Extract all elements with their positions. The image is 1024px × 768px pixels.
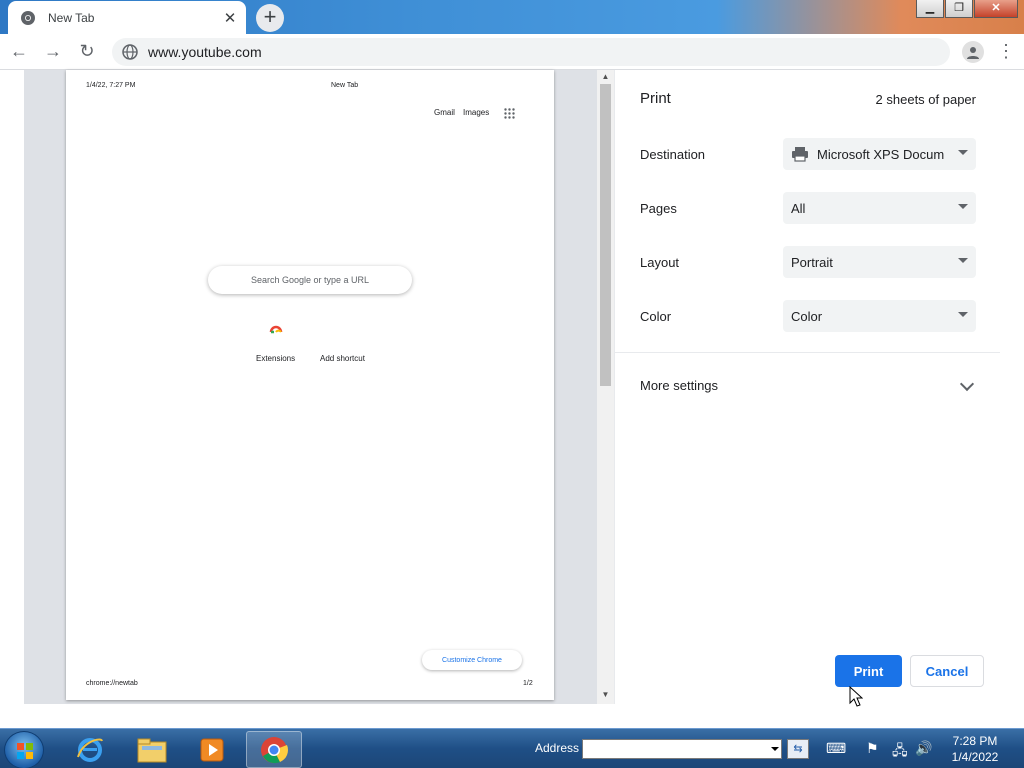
color-select[interactable]: Color	[783, 300, 976, 332]
taskbar: Address ⇆ ⌨ ⚑ 🖧 🔊 7:28 PM 1/4/2022	[0, 728, 1024, 768]
kebab-menu-icon[interactable]: ⋮	[996, 41, 1016, 62]
pages-select[interactable]: All	[783, 192, 976, 224]
layout-label: Layout	[640, 254, 680, 270]
browser-toolbar: ← → ↻ www.youtube.com ⋮	[0, 34, 1024, 70]
pages-label: Pages	[640, 200, 677, 216]
minimize-button[interactable]: ▁	[916, 0, 944, 18]
chevron-down-icon	[959, 376, 975, 392]
internet-explorer-icon[interactable]	[62, 731, 118, 768]
tab-title: New Tab	[48, 10, 95, 25]
settings-divider	[615, 352, 1000, 353]
windows-logo-icon	[17, 743, 33, 759]
profile-avatar-icon[interactable]	[962, 40, 984, 63]
preview-header-date: 1/4/22, 7:27 PM	[86, 82, 136, 89]
dropdown-caret-icon	[958, 204, 968, 209]
preview-scrollbar[interactable]: ▲ ▼	[597, 70, 614, 704]
pages-value: All	[791, 200, 806, 216]
preview-header-title: New Tab	[331, 82, 359, 89]
media-player-icon[interactable]	[184, 731, 240, 768]
chrome-taskbar-icon[interactable]	[246, 731, 302, 768]
extensions-shortcut-icon	[269, 325, 283, 334]
print-button[interactable]: Print	[835, 655, 902, 687]
dropdown-caret-icon	[958, 312, 968, 317]
preview-images-link: Images	[463, 108, 490, 117]
preview-page: 1/4/22, 7:27 PM New Tab Gmail Images Sea…	[66, 70, 554, 700]
scroll-down-icon[interactable]: ▼	[597, 688, 614, 702]
preview-extensions-label: Extensions	[256, 354, 296, 363]
destination-select[interactable]: Microsoft XPS Docum	[783, 138, 976, 170]
color-label: Color	[640, 308, 672, 324]
tab-strip: New Tab ✕ + ▁ ❐ ✕	[0, 0, 1024, 34]
cancel-button[interactable]: Cancel	[910, 655, 984, 687]
more-settings-label: More settings	[640, 378, 719, 393]
tab-new-tab[interactable]: New Tab ✕	[8, 1, 246, 34]
scroll-up-icon[interactable]: ▲	[597, 70, 614, 84]
print-settings-panel: Print 2 sheets of paper Destination Micr…	[614, 70, 1000, 704]
forward-arrow-icon[interactable]: →	[38, 37, 68, 67]
scrollbar-thumb[interactable]	[600, 84, 611, 386]
clock-date: 1/4/2022	[951, 750, 999, 764]
preview-search-box: Search Google or type a URL	[208, 266, 412, 294]
preview-footer-page: 1/2	[523, 680, 533, 687]
preview-footer-url: chrome://newtab	[86, 680, 138, 687]
back-arrow-icon[interactable]: ←	[4, 37, 34, 67]
dropdown-caret-icon	[958, 258, 968, 263]
printer-icon	[792, 147, 808, 162]
destination-value: Microsoft XPS Docum	[817, 146, 945, 162]
more-settings-toggle[interactable]: More settings	[640, 376, 976, 393]
destination-label: Destination	[640, 146, 706, 162]
chevron-down-icon[interactable]	[771, 747, 779, 751]
action-center-flag-icon[interactable]: ⚑	[866, 740, 879, 757]
network-icon[interactable]: 🖧	[892, 740, 908, 764]
print-preview-area: 1/4/22, 7:27 PM New Tab Gmail Images Sea…	[24, 70, 614, 704]
file-explorer-icon[interactable]	[124, 731, 180, 768]
address-bar[interactable]: www.youtube.com	[112, 37, 950, 66]
address-go-icon[interactable]: ⇆	[787, 739, 809, 759]
color-row: Color Color	[640, 300, 976, 332]
taskbar-address-label: Address	[535, 741, 580, 755]
color-value: Color	[791, 308, 823, 324]
url-text: www.youtube.com	[148, 43, 262, 60]
sheet-count: 2 sheets of paper	[875, 92, 976, 107]
preview-gmail-link: Gmail	[434, 108, 455, 117]
pages-row: Pages All	[640, 192, 976, 224]
system-clock[interactable]: 7:28 PM 1/4/2022	[940, 733, 1010, 765]
preview-add-shortcut-label: Add shortcut	[320, 354, 365, 363]
print-dialog: 1/4/22, 7:27 PM New Tab Gmail Images Sea…	[0, 70, 1024, 728]
window-close-button[interactable]: ✕	[974, 0, 1018, 18]
tab-close-icon[interactable]: ✕	[220, 8, 240, 28]
volume-icon[interactable]: 🔊	[915, 740, 932, 757]
new-tab-button[interactable]: +	[256, 4, 284, 32]
print-title: Print	[640, 90, 671, 107]
keyboard-icon[interactable]: ⌨	[826, 740, 846, 757]
layout-row: Layout Portrait	[640, 246, 976, 278]
destination-row: Destination Microsoft XPS Docum	[640, 138, 976, 170]
clock-time: 7:28 PM	[952, 734, 998, 748]
maximize-button[interactable]: ❐	[945, 0, 973, 18]
layout-value: Portrait	[791, 254, 833, 270]
layout-select[interactable]: Portrait	[783, 246, 976, 278]
dropdown-caret-icon	[958, 150, 968, 155]
taskbar-address-input[interactable]	[582, 739, 782, 759]
window-controls: ▁ ❐ ✕	[916, 0, 1018, 18]
globe-icon	[122, 43, 138, 60]
reload-icon[interactable]: ↻	[72, 37, 102, 67]
chrome-icon	[21, 10, 35, 25]
start-button[interactable]	[4, 731, 44, 768]
mouse-cursor-icon	[849, 686, 863, 707]
preview-customize-button: Customize Chrome	[422, 650, 522, 670]
apps-grid-icon	[504, 108, 515, 119]
